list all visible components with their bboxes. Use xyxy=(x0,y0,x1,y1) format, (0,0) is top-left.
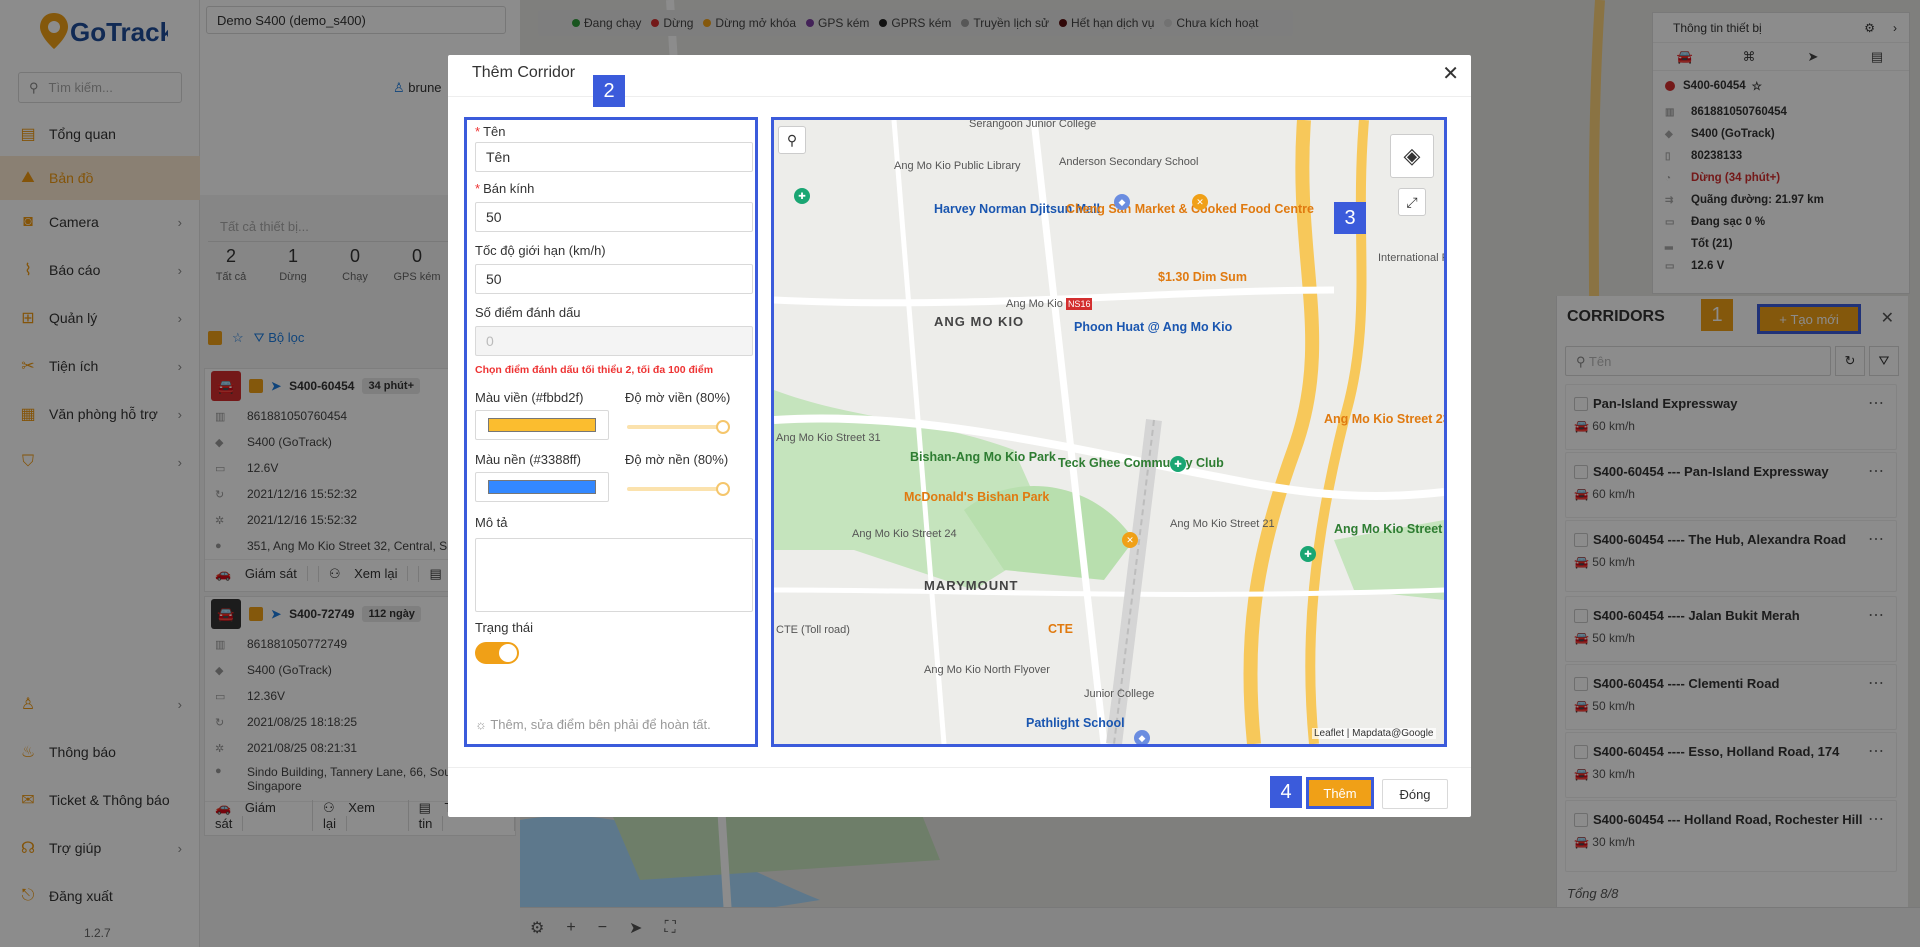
border-color-label: Màu viền (#fbbd2f) xyxy=(475,390,584,405)
map-label: Ang Mo Kio Public Library xyxy=(894,160,1021,172)
map-label: Serangoon Junior College xyxy=(969,118,1097,130)
description-label: Mô tả xyxy=(475,515,508,530)
points-label: Số điểm đánh dấu xyxy=(475,305,581,320)
form-hint: ☼ Thêm, sửa điểm bên phải để hoàn tất. xyxy=(475,717,711,732)
radius-input[interactable]: 50 xyxy=(475,202,753,232)
add-button[interactable]: Thêm xyxy=(1306,777,1374,809)
map-label: Cheng San Market & Cooked Food Centre xyxy=(1066,202,1314,216)
map-attribution[interactable]: Leaflet | Mapdata@Google xyxy=(1312,728,1436,739)
map-pin-icon[interactable]: ✚ xyxy=(794,188,810,204)
callout-3: 3 xyxy=(1334,202,1366,234)
map-label: CTE (Toll road) xyxy=(776,624,850,636)
slider-handle[interactable] xyxy=(716,420,730,434)
map-pin-icon[interactable]: ✕ xyxy=(1192,194,1208,210)
map-label: $1.30 Dim Sum xyxy=(1158,270,1247,284)
map-label: Junior College xyxy=(1084,688,1155,700)
search-icon: ⚲ xyxy=(786,131,798,148)
status-label: Trạng thái xyxy=(475,620,534,635)
district-label: MARYMOUNT xyxy=(924,578,1019,593)
toggle-knob xyxy=(499,644,517,662)
district-label: ANG MO KIO xyxy=(934,314,1025,329)
fill-color-swatch xyxy=(488,480,596,494)
border-opacity-slider[interactable] xyxy=(627,420,730,434)
name-label: * Tên xyxy=(475,124,506,139)
border-color-swatch xyxy=(488,418,596,432)
fill-color-picker[interactable] xyxy=(475,472,609,502)
map-label: McDonald's Bishan Park xyxy=(904,490,1050,504)
border-opacity-label: Độ mờ viền (80%) xyxy=(625,390,731,405)
fill-opacity-label: Độ mờ nền (80%) xyxy=(625,452,729,467)
callout-2: 2 xyxy=(593,75,625,107)
layers-button[interactable]: ◈ xyxy=(1390,134,1434,178)
callout-4: 4 xyxy=(1270,776,1302,808)
status-toggle[interactable] xyxy=(475,642,519,664)
fullscreen-button[interactable]: ⤢ xyxy=(1398,188,1426,216)
map-label: International Fo School xyxy=(1378,252,1444,264)
close-icon[interactable]: ✕ xyxy=(1442,61,1459,86)
map-label: Pathlight School xyxy=(1026,716,1125,730)
map-label: Phoon Huat @ Ang Mo Kio xyxy=(1074,320,1233,334)
border-color-picker[interactable] xyxy=(475,410,609,440)
radius-label: * Bán kính xyxy=(475,181,535,196)
map-label: Ang Mo Kio Street 21 xyxy=(1170,518,1275,530)
add-corridor-modal: Thêm Corridor ✕ 2 * Tên Tên * Bán kính 50 … xyxy=(448,55,1471,817)
description-textarea[interactable] xyxy=(475,538,753,612)
map-label: Teck Ghee Community Club xyxy=(1058,456,1224,470)
map-label: Ang Mo Kio Street 22 xyxy=(1334,522,1444,536)
name-input[interactable]: Tên xyxy=(475,142,753,172)
map-pin-icon[interactable]: ✚ xyxy=(1170,456,1186,472)
map-label: CTE xyxy=(1048,622,1073,636)
points-input: 0 xyxy=(475,326,753,356)
map-label: Ang Mo Kio Street 24 xyxy=(852,528,957,540)
expand-icon: ⤢ xyxy=(1406,193,1418,210)
slider-handle[interactable] xyxy=(716,482,730,496)
close-button[interactable]: Đóng xyxy=(1382,779,1448,809)
fill-color-label: Màu nền (#3388ff) xyxy=(475,452,581,467)
station-badge: NS16 xyxy=(1065,298,1093,310)
map-label: Bishan-Ang Mo Kio Park xyxy=(910,450,1056,464)
bulb-icon: ☼ xyxy=(475,717,487,732)
speed-limit-input[interactable]: 50 xyxy=(475,264,753,294)
map-pin-icon[interactable]: ✚ xyxy=(1300,546,1316,562)
map-label: Ang Mo Kio North Flyover xyxy=(924,664,1050,676)
points-error: Chọn điểm đánh dấu tối thiểu 2, tối đa 1… xyxy=(475,364,714,376)
layers-icon: ◈ xyxy=(1403,143,1421,168)
modal-title: Thêm Corridor xyxy=(472,64,576,81)
map-pin-icon[interactable]: ◆ xyxy=(1114,194,1130,210)
divider xyxy=(448,767,1471,768)
corridor-form: * Tên Tên * Bán kính 50 Tốc độ giới hạn (k… xyxy=(464,117,758,747)
map-label: Anderson Secondary School xyxy=(1059,156,1199,168)
speed-limit-label: Tốc độ giới hạn (km/h) xyxy=(475,243,606,258)
map-label: Ang Mo Kio Street 23 xyxy=(1324,412,1447,426)
map-search-button[interactable]: ⚲ xyxy=(778,126,806,154)
map-label: Ang Mo Kio NS16 xyxy=(1006,298,1093,310)
map-label: Ang Mo Kio Street 31 xyxy=(776,432,881,444)
map-pin-icon[interactable]: ✕ xyxy=(1122,532,1138,548)
map-pin-icon[interactable]: ◆ xyxy=(1134,730,1150,744)
fill-opacity-slider[interactable] xyxy=(627,482,730,496)
